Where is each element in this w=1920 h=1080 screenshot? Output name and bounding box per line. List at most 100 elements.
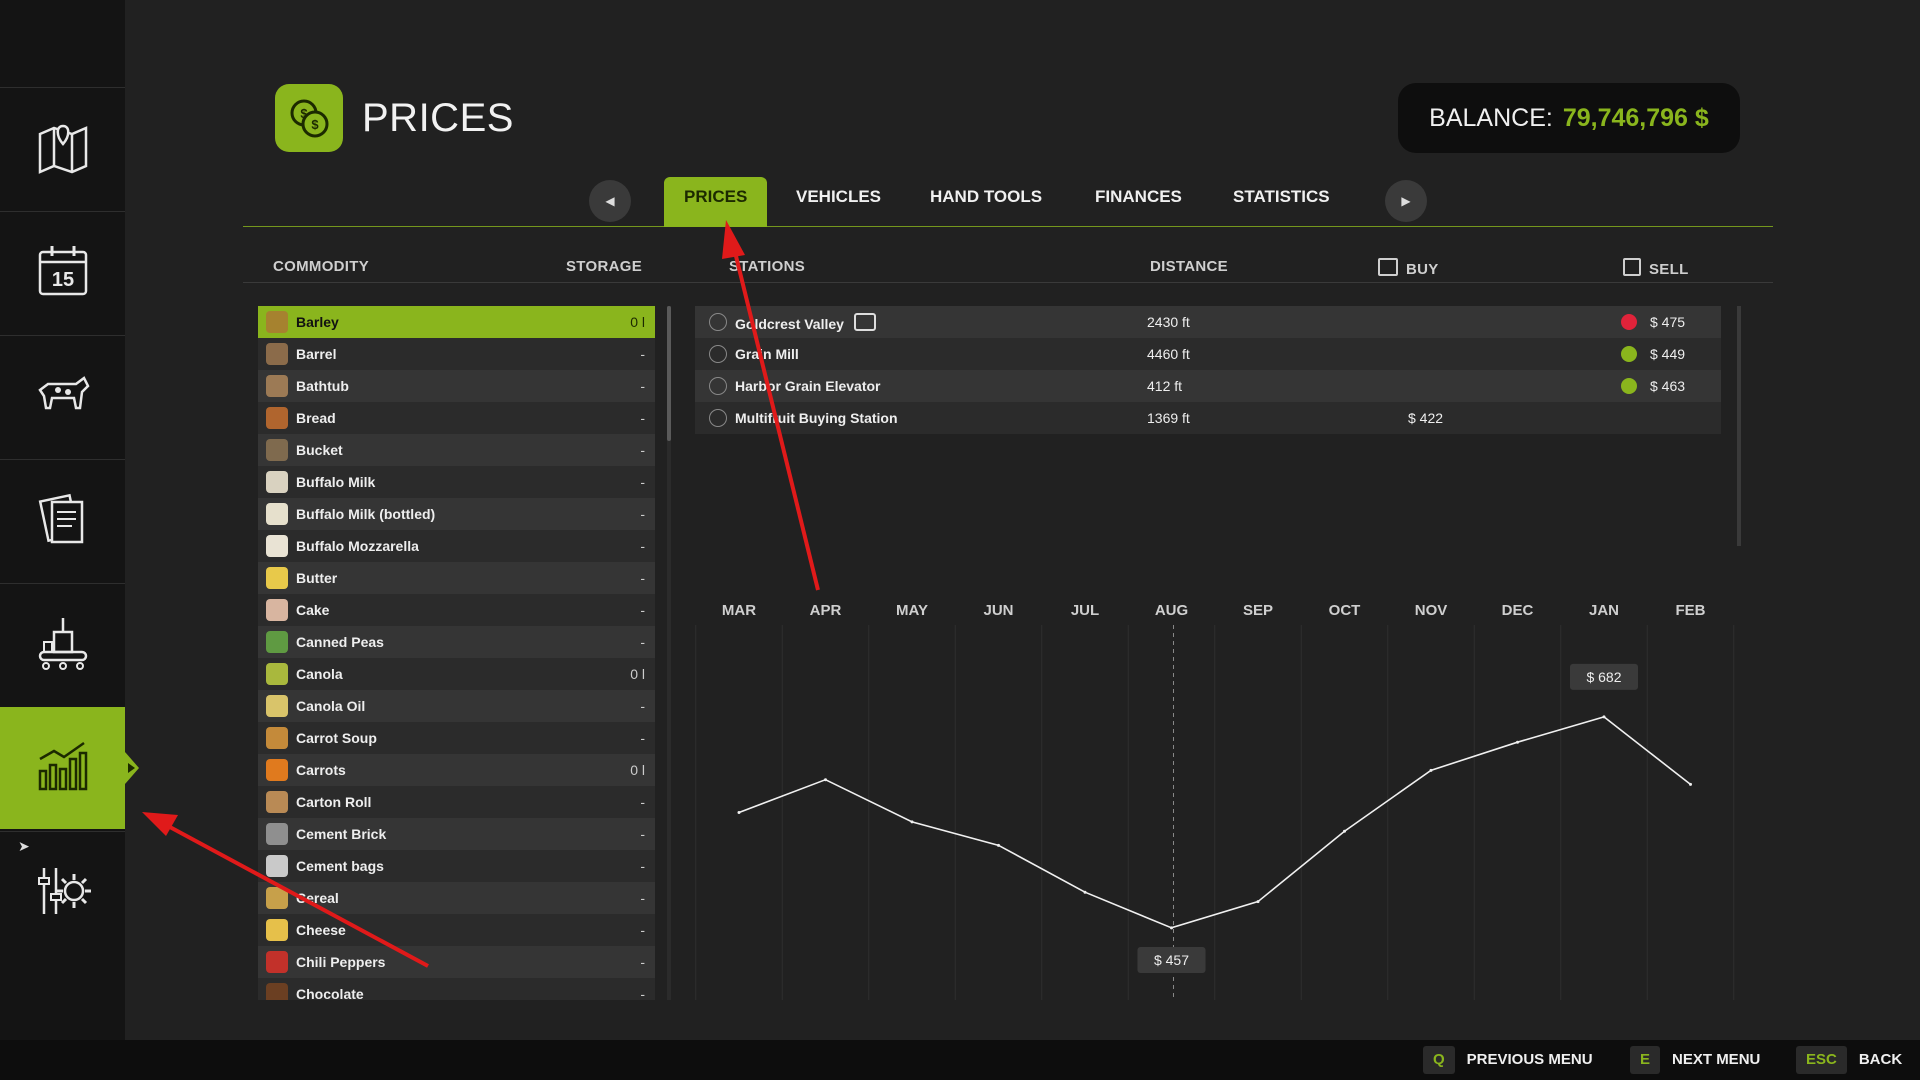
commodity-row[interactable]: Barrel -: [258, 338, 655, 370]
calendar-icon: 15: [32, 240, 94, 307]
previous-menu-key[interactable]: Q PREVIOUS MENU: [1423, 1046, 1593, 1074]
commodity-storage: -: [640, 602, 645, 618]
production-icon: [32, 612, 94, 679]
commodity-row[interactable]: Buffalo Milk (bottled) -: [258, 498, 655, 530]
column-header-sell[interactable]: SELL: [1623, 258, 1689, 278]
svg-text:15: 15: [51, 269, 73, 291]
sidebar: 15: [0, 0, 139, 1040]
contracts-icon: [32, 488, 94, 555]
commodity-row[interactable]: Chocolate -: [258, 978, 655, 1000]
stations-list-scrollbar[interactable]: [1737, 306, 1741, 546]
scrollbar-thumb[interactable]: [667, 306, 671, 441]
sidebar-item-contracts[interactable]: [0, 459, 125, 582]
commodity-row[interactable]: Canola 0 l: [258, 658, 655, 690]
commodity-row[interactable]: Butter -: [258, 562, 655, 594]
column-header-stations[interactable]: STATIONS: [729, 258, 805, 275]
sell-label: SELL: [1649, 261, 1689, 278]
commodity-list[interactable]: Barley 0 l Barrel - Bathtub - Bread - Bucket - Buf…: [258, 306, 655, 1000]
commodity-icon: [266, 407, 288, 429]
chart-month-label: JUL: [1071, 602, 1099, 619]
commodity-list-scrollbar[interactable]: [667, 306, 671, 1000]
commodity-row[interactable]: Buffalo Mozzarella -: [258, 530, 655, 562]
commodity-name: Cereal: [296, 890, 339, 906]
price-annotation-box: [1570, 663, 1638, 690]
commodity-row[interactable]: Cement Brick -: [258, 818, 655, 850]
commodity-icon: [266, 983, 288, 1000]
tab-vehicles[interactable]: VEHICLES: [796, 177, 881, 227]
station-distance: 4460 ft: [1147, 346, 1190, 362]
commodity-icon: [266, 759, 288, 781]
column-header-distance[interactable]: DISTANCE: [1150, 258, 1228, 275]
sidebar-item-animals[interactable]: [0, 335, 125, 458]
price-point: [1343, 829, 1346, 833]
train-icon: [853, 312, 876, 331]
key-label: BACK: [1858, 1051, 1903, 1068]
column-header-buy[interactable]: BUY: [1378, 258, 1439, 278]
price-annotation-label: $ 457: [1154, 952, 1189, 968]
station-row[interactable]: Harbor Grain Elevator 412 ft $ 463: [695, 370, 1721, 402]
commodity-row[interactable]: Canned Peas -: [258, 626, 655, 658]
clock-icon: [709, 313, 727, 331]
station-row[interactable]: Grain Mill 4460 ft $ 449: [695, 338, 1721, 370]
chart-month-label: FEB: [1676, 602, 1706, 619]
back-key[interactable]: ESC BACK: [1796, 1046, 1902, 1074]
station-row[interactable]: Goldcrest Valley 2430 ft $ 475: [695, 306, 1721, 338]
station-row[interactable]: Multifruit Buying Station 1369 ft $ 422: [695, 402, 1721, 434]
station-name-text: Goldcrest Valley: [735, 315, 844, 332]
commodity-storage: -: [640, 410, 645, 426]
next-menu-key[interactable]: E NEXT MENU: [1630, 1046, 1760, 1074]
price-point: [1516, 740, 1519, 744]
commodity-storage: -: [640, 442, 645, 458]
chart-icon: [32, 735, 94, 802]
sidebar-item-chart[interactable]: [0, 707, 125, 829]
commodity-row[interactable]: Chili Peppers -: [258, 946, 655, 978]
commodity-row[interactable]: Carton Roll -: [258, 786, 655, 818]
commodity-row[interactable]: Bread -: [258, 402, 655, 434]
tab-prices[interactable]: PRICES: [664, 177, 768, 227]
station-sell-price: $ 449: [1650, 346, 1686, 362]
sidebar-item-map[interactable]: [0, 87, 125, 210]
commodity-row[interactable]: Bathtub -: [258, 370, 655, 402]
station-distance: 412 ft: [1147, 378, 1183, 394]
chart-month-label: APR: [810, 602, 842, 619]
commodity-row[interactable]: Canola Oil -: [258, 690, 655, 722]
commodity-row[interactable]: Cheese -: [258, 914, 655, 946]
tab-statistics[interactable]: STATISTICS: [1233, 177, 1330, 227]
station-distance: 1369 ft: [1147, 410, 1190, 426]
previous-tab-arrow-icon[interactable]: ◀: [589, 180, 631, 222]
commodity-name: Bathtub: [296, 378, 349, 394]
commodity-storage: -: [640, 794, 645, 810]
balance-value: 79,746,796 $: [1562, 103, 1709, 132]
price-up-icon: [1621, 378, 1637, 394]
stations-list[interactable]: Goldcrest Valley 2430 ft $ 475 Grain Mill 44…: [695, 306, 1721, 434]
commodity-row[interactable]: Buffalo Milk -: [258, 466, 655, 498]
commodity-row[interactable]: Bucket -: [258, 434, 655, 466]
commodity-row[interactable]: Carrot Soup -: [258, 722, 655, 754]
animals-icon: [32, 364, 94, 431]
sidebar-item-production[interactable]: [0, 583, 125, 706]
sidebar-item-calendar[interactable]: 15: [0, 211, 125, 334]
commodity-storage: -: [640, 858, 645, 874]
commodity-storage: -: [640, 378, 645, 394]
commodity-row[interactable]: Cereal -: [258, 882, 655, 914]
commodity-name: Bucket: [296, 442, 343, 458]
next-tab-arrow-icon[interactable]: ▶: [1385, 180, 1427, 222]
commodity-name: Buffalo Mozzarella: [296, 538, 419, 554]
station-sell-price: $ 475: [1650, 314, 1686, 330]
tab-hand-tools[interactable]: HAND TOOLS: [930, 177, 1042, 227]
tab-finances[interactable]: FINANCES: [1095, 177, 1182, 227]
commodity-name: Barrel: [296, 346, 337, 362]
commodity-row[interactable]: Carrots 0 l: [258, 754, 655, 786]
commodity-row[interactable]: Cake -: [258, 594, 655, 626]
mouse-cursor-icon: ➤: [18, 838, 30, 854]
chart-month-label: SEP: [1243, 602, 1273, 619]
station-name: Multifruit Buying Station: [735, 410, 1150, 426]
clock-icon: [709, 409, 727, 427]
column-header-commodity[interactable]: COMMODITY: [273, 258, 369, 275]
commodity-row[interactable]: Cement bags -: [258, 850, 655, 882]
column-header-storage[interactable]: STORAGE: [566, 258, 642, 275]
key-label: PREVIOUS MENU: [1466, 1051, 1593, 1068]
commodity-row[interactable]: Barley 0 l: [258, 306, 655, 338]
commodity-storage: -: [640, 730, 645, 746]
tab-divider: [243, 226, 1773, 227]
